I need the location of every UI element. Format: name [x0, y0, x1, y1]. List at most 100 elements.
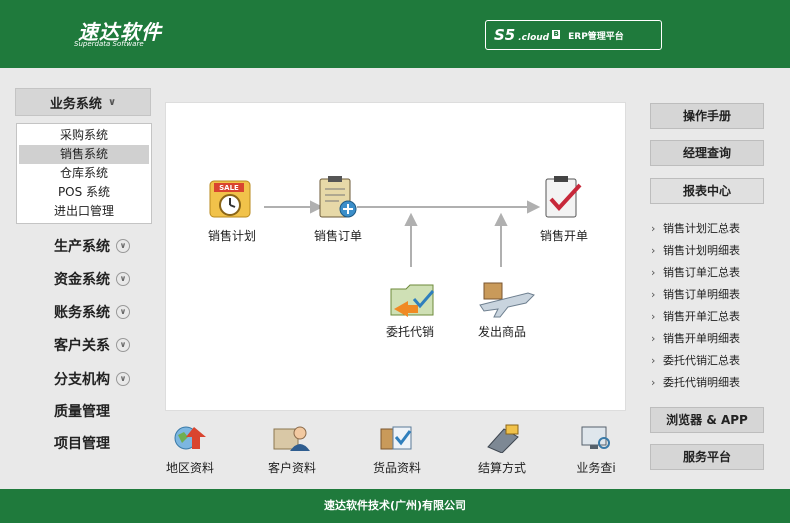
report-item-label: 销售开单明细表 [663, 332, 740, 345]
report-item-label: 销售订单明细表 [663, 288, 740, 301]
flow-label-sales-plan: 销售计划 [208, 229, 257, 243]
chevron-right-icon: › [651, 266, 656, 279]
flow-node-sales-invoice[interactable] [540, 175, 590, 225]
report-item-label: 委托代销汇总表 [663, 354, 740, 367]
shortcut-settlement[interactable]: 结算方式 [462, 423, 542, 476]
sale-badge-text: SALE [219, 184, 239, 192]
report-item-label: 销售订单汇总表 [663, 266, 740, 279]
header-bar: 速达软件 Superdata Software S5 .cloud B ERP管… [0, 0, 790, 68]
flow-node-consign[interactable] [388, 279, 438, 321]
plane-box-icon [479, 282, 535, 318]
footer-bar: 速达软件技术(广州)有限公司 [0, 489, 790, 523]
footer-company: 速达软件技术(广州)有限公司 [323, 499, 467, 512]
chevron-right-icon: › [651, 244, 656, 257]
sub-item-warehouse[interactable]: 仓库系统 [17, 164, 151, 183]
expand-icon: ∨ [116, 305, 130, 319]
double-chevron-down-icon: ∨ [107, 96, 117, 108]
expand-icon: ∨ [116, 372, 130, 386]
flow-arrows [264, 200, 541, 267]
flow-label-sales-order: 销售订单 [314, 229, 363, 243]
flow-node-ship[interactable] [478, 279, 536, 321]
clipboard-check-icon [545, 176, 582, 218]
sub-item-pos[interactable]: POS 系统 [17, 183, 151, 202]
shortcut-region[interactable]: 地区资料 [150, 423, 230, 476]
folder-check-icon [390, 284, 435, 317]
sidebar-item-label: 客户关系 [54, 338, 110, 354]
globe-arrow-icon [174, 426, 206, 450]
manager-query-button[interactable]: 经理查询 [650, 140, 764, 166]
sidebar-item-production[interactable]: 生产系统 ∨ [54, 236, 130, 256]
platform-b-badge: B [552, 29, 561, 39]
sidebar-item-funds[interactable]: 资金系统 ∨ [54, 269, 130, 289]
browser-app-button[interactable]: 浏览器 & APP [650, 407, 764, 433]
shortcut-customer[interactable]: 客户资料 [252, 423, 332, 476]
report-item[interactable]: › 销售开单汇总表 [651, 306, 781, 328]
expand-icon: ∨ [116, 272, 130, 286]
sidebar-sublist: 采购系统 销售系统 仓库系统 POS 系统 进出口管理 [16, 123, 152, 224]
shortcut-label: 结算方式 [477, 461, 526, 475]
chevron-right-icon: › [651, 332, 656, 345]
clock-sale-icon: SALE [209, 180, 251, 218]
platform-erp: ERP管理平台 [568, 31, 624, 42]
logo-subtext: Superdata Software [74, 40, 144, 48]
shortcut-label: 地区资料 [165, 461, 214, 475]
sub-item-sales[interactable]: 销售系统 [19, 145, 149, 164]
flow-panel: SALE 销售计划 销售订单 销售开单 委托代销 发出商品 [165, 102, 626, 411]
sidebar-item-label: 分支机构 [54, 372, 110, 388]
report-list: › 销售计划汇总表 › 销售计划明细表 › 销售订单汇总表 › 销售订单明细表 › 销售开… [651, 218, 781, 394]
chevron-right-icon: › [651, 288, 656, 301]
report-center-button[interactable]: 报表中心 [650, 178, 764, 204]
report-item-label: 销售计划明细表 [663, 244, 740, 257]
shortcut-label: 业务查i [576, 461, 616, 475]
sidebar-head-business[interactable]: 业务系统 ∨ [15, 88, 151, 116]
shortcut-label: 客户资料 [267, 461, 316, 475]
shortcut-business-query[interactable]: 业务查i [566, 423, 626, 476]
report-item-label: 销售计划汇总表 [663, 222, 740, 235]
pos-card-icon [487, 424, 519, 453]
monitor-search-icon [581, 426, 610, 449]
sidebar-item-label: 项目管理 [54, 436, 110, 452]
shortcut-goods[interactable]: 货品资料 [357, 423, 437, 476]
flow-node-sales-plan[interactable]: SALE [206, 175, 264, 225]
chevron-right-icon: › [651, 222, 656, 235]
sidebar-item-accounting[interactable]: 账务系统 ∨ [54, 302, 130, 322]
chevron-right-icon: › [651, 310, 656, 323]
manual-button[interactable]: 操作手册 [650, 103, 764, 129]
report-item-label: 委托代销明细表 [663, 376, 740, 389]
report-item[interactable]: › 销售计划汇总表 [651, 218, 781, 240]
sidebar-head-label: 业务系统 [49, 96, 102, 112]
box-check-icon [380, 426, 412, 450]
platform-cloud: .cloud [518, 32, 550, 43]
report-item[interactable]: › 销售开单明细表 [651, 328, 781, 350]
sidebar-item-label: 质量管理 [54, 404, 110, 420]
sub-item-import-export[interactable]: 进出口管理 [17, 202, 151, 221]
clipboard-add-icon [319, 176, 357, 218]
sidebar-item-project[interactable]: 项目管理 [54, 433, 110, 453]
flow-label-consign: 委托代销 [386, 325, 435, 339]
chevron-right-icon: › [651, 354, 656, 367]
expand-icon: ∨ [116, 338, 130, 352]
sub-item-purchase[interactable]: 采购系统 [17, 126, 151, 145]
report-item[interactable]: › 委托代销汇总表 [651, 350, 781, 372]
expand-icon: ∨ [116, 239, 130, 253]
shortcut-label: 货品资料 [372, 461, 421, 475]
report-item[interactable]: › 委托代销明细表 [651, 372, 781, 394]
flow-node-sales-order[interactable] [314, 175, 364, 225]
sidebar-item-branch[interactable]: 分支机构 ∨ [54, 369, 130, 389]
chevron-right-icon: › [651, 376, 656, 389]
report-item-label: 销售开单汇总表 [663, 310, 740, 323]
report-item[interactable]: › 销售计划明细表 [651, 240, 781, 262]
flow-label-ship: 发出商品 [478, 325, 527, 339]
sidebar-item-label: 生产系统 [54, 239, 110, 255]
customer-card-icon [273, 426, 310, 451]
service-platform-button[interactable]: 服务平台 [650, 444, 764, 470]
platform-s5: S5 [494, 26, 516, 44]
platform-badge: S5 .cloud B ERP管理平台 [485, 20, 662, 50]
report-item[interactable]: › 销售订单明细表 [651, 284, 781, 306]
report-item[interactable]: › 销售订单汇总表 [651, 262, 781, 284]
sidebar-item-label: 账务系统 [54, 305, 110, 321]
sidebar-item-quality[interactable]: 质量管理 [54, 401, 110, 421]
sidebar-item-label: 资金系统 [54, 272, 110, 288]
sidebar-item-crm[interactable]: 客户关系 ∨ [54, 335, 130, 355]
flow-label-sales-invoice: 销售开单 [540, 229, 589, 243]
